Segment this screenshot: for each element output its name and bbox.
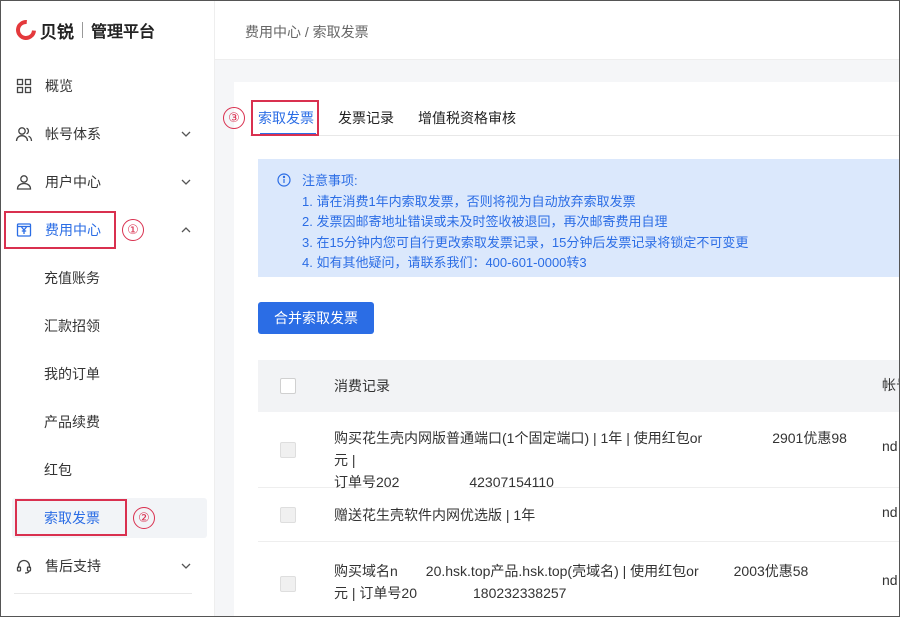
logo-brand: 贝锐 <box>40 22 74 42</box>
redacted-text: xxxxxxxx <box>417 582 473 604</box>
info-icon <box>277 173 291 187</box>
row-checkbox[interactable] <box>280 507 296 523</box>
column-header-records: 消费记录 <box>334 378 390 394</box>
row-checkbox[interactable] <box>280 576 296 592</box>
logo[interactable]: 贝锐 管理平台 <box>11 15 156 45</box>
notice-line: 1. 请在消费1年内索取发票，否则将视为自动放弃索取发票 <box>302 193 636 209</box>
table-row: 赠送花生壳软件内网优选版 | 1年 nd <box>258 488 900 542</box>
row-checkbox[interactable] <box>280 442 296 458</box>
notice-title: 注意事项: <box>302 173 358 188</box>
main-content-card: 索取发票 发票记录 增值税资格审核 ③ 注意事项: 1. 请在消费1年内索取发票… <box>223 82 900 617</box>
sidebar-subitem-remittance[interactable]: 汇款招领 <box>44 306 100 346</box>
sidebar-subitem-recharge[interactable]: 充值账务 <box>44 258 100 298</box>
table-row: 购买域名nxxxx20.hsk.top产品.hsk.top(壳域名) | 使用红… <box>258 542 900 617</box>
tab-vat-qualification[interactable]: 增值税资格审核 <box>418 108 516 128</box>
logo-divider <box>82 22 83 38</box>
sidebar-item-accounts[interactable]: 帐号体系 <box>0 114 214 154</box>
redacted-text: xxxxxxxxxx <box>702 427 773 449</box>
breadcrumb: 费用中心 / 索取发票 <box>245 24 369 40</box>
redacted-text: xxxxx <box>698 560 734 582</box>
sidebar-subitem-red-packet[interactable]: 红包 <box>44 450 72 490</box>
row-description: 购买花生壳内网版普通端口(1个固定端口) | 1年 | 使用红包orxxxxxx… <box>334 427 854 493</box>
table-header: 消费记录 帐号 <box>258 360 900 412</box>
notice-box: 注意事项: 1. 请在消费1年内索取发票，否则将视为自动放弃索取发票 2. 发票… <box>258 159 900 277</box>
notice-line: 2. 发票因邮寄地址错误或未及时签收被退回，再次邮寄费用自理 <box>302 214 668 229</box>
row-account: nd <box>882 504 898 520</box>
tab-bar: 索取发票 发票记录 增值税资格审核 <box>250 104 900 136</box>
annotation-number-2: ② <box>133 507 155 529</box>
annotation-number-3: ③ <box>223 107 245 129</box>
row-description: 赠送花生壳软件内网优选版 | 1年 <box>334 507 536 523</box>
sidebar-subitem-my-orders[interactable]: 我的订单 <box>44 354 100 394</box>
top-header: 费用中心 / 索取发票 <box>215 0 900 60</box>
annotation-box-billing-center <box>4 211 116 249</box>
annotation-box-request-invoice <box>15 499 127 536</box>
chevron-down-icon <box>181 131 191 137</box>
annotation-number-1: ① <box>122 219 144 241</box>
annotation-box-tab <box>251 100 319 136</box>
chevron-down-icon <box>181 179 191 185</box>
chevron-down-icon <box>181 563 191 569</box>
table-row: 购买花生壳内网版普通端口(1个固定端口) | 1年 | 使用红包orxxxxxx… <box>258 412 900 493</box>
sidebar-item-user-center[interactable]: 用户中心 <box>0 162 214 202</box>
sidebar-item-after-sales[interactable]: 售后支持 <box>0 546 214 586</box>
row-account: nd <box>882 438 898 454</box>
headset-icon <box>15 557 33 575</box>
row-text: 购买域名n <box>334 563 398 579</box>
sidebar: 贝锐 管理平台 概览 帐号体系 用户中心 费用中心 ① 充值账务 汇款招领 我的… <box>0 0 215 617</box>
sidebar-item-label: 概览 <box>45 78 73 94</box>
row-text: 购买花生壳内网版普通端口(1个固定端口) | 1年 | 使用红包or <box>334 430 703 446</box>
redacted-text: xxxx <box>397 560 426 582</box>
logo-mark-icon <box>11 15 41 45</box>
sidebar-item-label: 帐号体系 <box>45 126 101 142</box>
users-icon <box>15 125 33 143</box>
merge-request-invoice-button[interactable]: 合并索取发票 <box>258 302 374 334</box>
tab-invoice-records[interactable]: 发票记录 <box>338 108 394 128</box>
row-description: 购买域名nxxxx20.hsk.top产品.hsk.top(壳域名) | 使用红… <box>334 560 854 604</box>
user-icon <box>15 173 33 191</box>
notice-line: 3. 在15分钟内您可自行更改索取发票记录，15分钟后发票记录将锁定不可变更 <box>302 234 749 250</box>
chevron-up-icon <box>181 227 191 233</box>
column-header-account: 帐号 <box>882 377 900 393</box>
sidebar-item-label: 用户中心 <box>45 174 101 190</box>
logo-title: 管理平台 <box>91 24 156 41</box>
sidebar-item-label: 售后支持 <box>45 558 101 574</box>
sidebar-divider <box>14 593 192 594</box>
notice-line: 4. 如有其他疑问，请联系我们：400-601-0000转3 <box>302 255 587 270</box>
select-all-checkbox[interactable] <box>280 378 296 394</box>
row-text: 180232338257 <box>473 585 567 601</box>
row-account: nd <box>882 572 898 588</box>
row-text: 20.hsk.top产品.hsk.top(壳域名) | 使用红包or <box>425 563 699 579</box>
row-text: 元 | 订单号20 <box>334 585 417 601</box>
sidebar-item-overview[interactable]: 概览 <box>0 66 214 106</box>
grid-icon <box>15 77 33 95</box>
row-text: 2003优惠58 <box>733 563 809 579</box>
sidebar-subitem-renewal[interactable]: 产品续费 <box>44 402 100 442</box>
